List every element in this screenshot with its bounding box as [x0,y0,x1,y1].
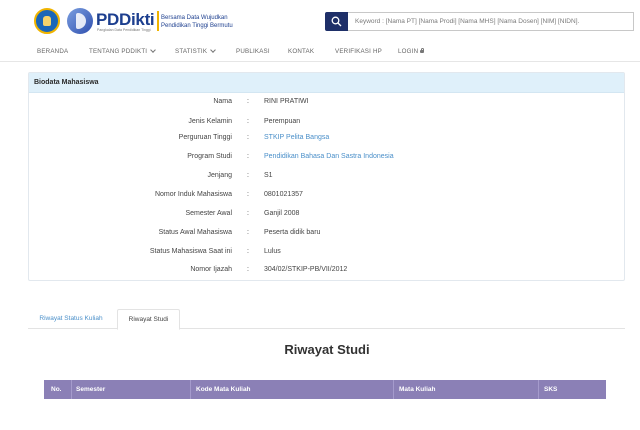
biodata-title: Biodata Mahasiswa [29,73,624,93]
biodata-row-jenjang: Jenjang : S1 [29,172,626,184]
tab-riwayat-status-kuliah[interactable]: Riwayat Status Kuliah [28,309,114,329]
field-value: Lulus [264,248,281,255]
field-colon: : [247,191,249,198]
biodata-row-program-studi: Program Studi : Pendidikan Bahasa Dan Sa… [29,153,626,165]
field-colon: : [247,210,249,217]
field-label: Nama [213,98,232,105]
chevron-down-icon [150,47,157,53]
field-value: 304/02/STKIP-PB/VII/2012 [264,266,348,273]
search-button[interactable] [325,12,348,31]
column-divider [393,380,394,399]
field-colon: : [247,153,249,160]
biodata-row-jenis-kelamin: Jenis Kelamin : Perempuan [29,118,626,130]
field-value: Ganjil 2008 [264,210,300,217]
field-colon: : [247,134,249,141]
field-label: Nomor Induk Mahasiswa [154,191,232,198]
kemdikbud-logo[interactable] [34,8,60,34]
column-divider [190,380,191,399]
tagline: Bersama Data Wujudkan Pendidikan Tinggi … [161,15,233,29]
field-value: 0801021357 [264,191,303,198]
col-header-kode-mk: Kode Mata Kuliah [196,386,251,393]
nav-statistik[interactable]: STATISTIK [175,47,217,55]
column-divider [71,380,72,399]
field-value: Perempuan [264,118,301,125]
field-value: RINI PRATIWI [264,98,309,105]
field-label: Jenjang [207,172,232,179]
studi-table-header: No. Semester Kode Mata Kuliah Mata Kulia… [44,380,606,399]
col-header-semester: Semester [76,386,106,393]
nav-login[interactable]: LOGIN [398,47,425,55]
field-value: S1 [264,172,273,179]
biodata-row-status-awal: Status Awal Mahasiswa : Peserta didik ba… [29,229,626,241]
field-label: Nomor Ijazah [190,266,232,273]
field-label: Perguruan Tinggi [178,134,232,141]
biodata-panel: Biodata Mahasiswa Nama : RINI PRATIWI Je… [28,72,625,281]
field-label: Program Studi [187,153,232,160]
nav-verifikasi-hp[interactable]: VERIFIKASI HP [335,48,382,55]
nav-tentang-label: TENTANG PDDIKTI [89,48,148,55]
nav-tentang-pddikti[interactable]: TENTANG PDDIKTI [89,47,157,55]
brand-divider [157,11,159,31]
col-header-mata-kuliah: Mata Kuliah [399,386,436,393]
col-header-no: No. [51,386,62,393]
lock-icon [420,47,425,53]
field-label: Status Awal Mahasiswa [158,229,232,236]
chevron-down-icon [210,47,217,53]
field-colon: : [247,248,249,255]
tab-riwayat-studi[interactable]: Riwayat Studi [117,309,180,330]
column-divider [538,380,539,399]
field-label: Status Mahasiswa Saat ini [149,248,232,255]
perguruan-tinggi-link[interactable]: STKIP Pelita Bangsa [264,134,329,141]
nav-statistik-label: STATISTIK [175,48,208,55]
nav-beranda[interactable]: BERANDA [37,48,68,55]
biodata-row-status-saat-ini: Status Mahasiswa Saat ini : Lulus [29,248,626,260]
field-colon: : [247,118,249,125]
biodata-row-semester-awal: Semester Awal : Ganjil 2008 [29,210,626,222]
field-colon: : [247,98,249,105]
field-colon: : [247,266,249,273]
field-colon: : [247,172,249,179]
biodata-row-nim: Nomor Induk Mahasiswa : 0801021357 [29,191,626,203]
riwayat-tabs: Riwayat Status Kuliah Riwayat Studi [28,309,625,330]
field-value: Peserta didik baru [264,229,321,236]
nav-login-label: LOGIN [398,48,419,55]
biodata-row-nomor-ijazah: Nomor Ijazah : 304/02/STKIP-PB/VII/2012 [29,266,626,278]
search-input[interactable] [348,12,634,31]
biodata-row-nama: Nama : RINI PRATIWI [29,98,626,110]
field-label: Jenis Kelamin [188,118,232,125]
brand-name[interactable]: PDDikti [96,10,155,30]
field-colon: : [247,229,249,236]
search-icon [331,16,342,27]
biodata-row-perguruan-tinggi: Perguruan Tinggi : STKIP Pelita Bangsa [29,134,626,146]
site-header: PDDikti Pangkalan Data Pendidikan Tinggi… [0,0,640,40]
program-studi-link[interactable]: Pendidikan Bahasa Dan Sastra Indonesia [264,153,394,160]
pddikti-logo-icon[interactable] [67,8,93,34]
brand-subtitle: Pangkalan Data Pendidikan Tinggi [97,28,151,32]
main-nav: BERANDA TENTANG PDDIKTI STATISTIK PUBLIK… [0,40,640,62]
field-label: Semester Awal [185,210,232,217]
col-header-sks: SKS [544,386,558,393]
section-title: Riwayat Studi [284,342,370,357]
nav-publikasi[interactable]: PUBLIKASI [236,48,270,55]
nav-kontak[interactable]: KONTAK [288,48,314,55]
